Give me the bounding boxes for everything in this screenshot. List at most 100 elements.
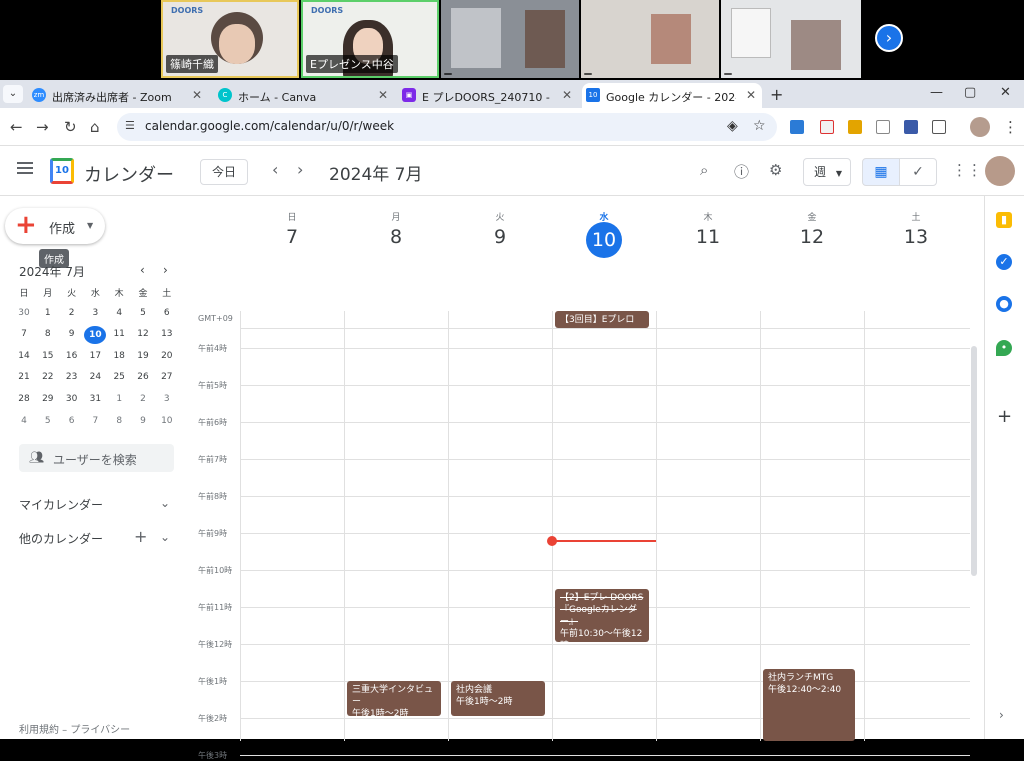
address-bar[interactable]: ☰ calendar.google.com/calendar/u/0/r/wee… [117, 113, 777, 141]
mini-day[interactable]: 19 [132, 351, 154, 361]
mini-day[interactable]: 9 [132, 416, 154, 426]
chevron-right-icon[interactable]: › [875, 24, 903, 52]
participant-tile[interactable] [721, 0, 861, 78]
mini-day[interactable]: 10 [156, 416, 178, 426]
scrollbar[interactable] [971, 346, 977, 576]
today-button[interactable]: 今日 [200, 159, 248, 185]
close-icon[interactable]: ✕ [378, 88, 388, 102]
mini-day-today[interactable]: 10 [84, 326, 107, 345]
close-icon[interactable]: ✕ [192, 88, 202, 102]
mini-day[interactable]: 5 [37, 416, 59, 426]
close-window-icon[interactable]: ✕ [1000, 85, 1011, 100]
mini-day[interactable]: 30 [61, 394, 83, 404]
site-info-icon[interactable]: ☰ [125, 119, 135, 132]
help-icon[interactable]: ⓘ [734, 161, 749, 182]
create-button[interactable]: + 作成 ▼ [5, 208, 105, 244]
home-icon[interactable]: ⌂ [90, 118, 100, 136]
extension-icon[interactable] [820, 120, 834, 134]
mini-day[interactable]: 16 [61, 351, 83, 361]
add-addon-icon[interactable]: + [997, 406, 1012, 427]
profile-avatar[interactable] [970, 117, 990, 137]
participant-tile[interactable]: DOORS 篠崎千織 [161, 0, 299, 78]
participant-tile[interactable] [441, 0, 579, 78]
back-icon[interactable]: ← [10, 118, 23, 136]
mini-day[interactable]: 8 [108, 416, 130, 426]
tab-canva[interactable]: C ホーム - Canva ✕ [214, 83, 394, 108]
mini-day[interactable]: 23 [61, 372, 83, 382]
mini-day[interactable]: 24 [84, 372, 106, 382]
extension-icon[interactable] [904, 120, 918, 134]
day-number[interactable]: 11 [656, 226, 760, 248]
mini-day[interactable]: 4 [108, 308, 130, 318]
keep-icon[interactable]: ▮ [996, 212, 1012, 228]
tab-search-icon[interactable]: ⌄ [3, 85, 23, 103]
mini-day[interactable]: 27 [156, 372, 178, 382]
prev-week-icon[interactable]: ‹ [272, 160, 278, 179]
calendar-event[interactable]: 社内会議 午後1時～2時 [451, 681, 545, 716]
next-week-icon[interactable]: › [297, 160, 303, 179]
mini-day[interactable]: 22 [37, 372, 59, 382]
mini-day[interactable]: 11 [108, 329, 130, 339]
tab-zoom[interactable]: zm 出席済み出席者 - Zoom ✕ [28, 83, 208, 108]
day-number[interactable]: 12 [760, 226, 864, 248]
close-icon[interactable]: ✕ [562, 88, 572, 102]
star-icon[interactable]: ☆ [753, 118, 766, 134]
tasks-view-toggle[interactable]: ✓ [899, 158, 937, 186]
mini-day[interactable]: 7 [84, 416, 106, 426]
mini-day[interactable]: 5 [132, 308, 154, 318]
mini-day[interactable]: 26 [132, 372, 154, 382]
day-number[interactable]: 9 [448, 226, 552, 248]
maps-icon[interactable]: • [996, 340, 1012, 356]
mini-day[interactable]: 1 [37, 308, 59, 318]
chevron-down-icon[interactable]: ⌄ [160, 496, 170, 510]
my-calendars-section[interactable]: マイカレンダー [19, 496, 103, 513]
mini-day[interactable]: 4 [13, 416, 35, 426]
eye-icon[interactable]: ◈ [727, 118, 738, 134]
mini-day[interactable]: 30 [13, 308, 35, 318]
extension-icon[interactable] [790, 120, 804, 134]
forward-icon[interactable]: → [36, 118, 49, 136]
recycle-icon[interactable] [876, 120, 890, 134]
mini-day[interactable]: 7 [13, 329, 35, 339]
mini-day[interactable]: 14 [13, 351, 35, 361]
tab-google-calendar[interactable]: 10 Google カレンダー - 2024年 7月 ✕ [582, 83, 762, 108]
mini-day[interactable]: 6 [156, 308, 178, 318]
day-number-today[interactable]: 10 [586, 222, 622, 258]
reload-icon[interactable]: ↻ [64, 118, 77, 136]
mini-day[interactable]: 2 [132, 394, 154, 404]
chevron-down-icon[interactable]: ⌄ [160, 530, 170, 544]
mini-day[interactable]: 21 [13, 372, 35, 382]
participant-tile[interactable]: DOORS Eプレゼンス中谷 [301, 0, 439, 78]
mini-day[interactable]: 6 [61, 416, 83, 426]
calendar-view-toggle[interactable]: ▦ [862, 158, 900, 186]
mini-day[interactable]: 17 [84, 351, 106, 361]
mini-day[interactable]: 3 [84, 308, 106, 318]
calendar-event[interactable]: 社内ランチMTG 午後12:40～2:40 [763, 668, 855, 741]
avatar[interactable] [985, 156, 1015, 186]
other-calendars-section[interactable]: 他のカレンダー [19, 530, 103, 547]
mini-day[interactable]: 2 [61, 308, 83, 318]
view-selector[interactable]: 週 ▼ [803, 158, 851, 186]
mini-day[interactable]: 8 [37, 329, 59, 339]
search-icon[interactable]: ⌕ [700, 161, 708, 179]
menu-icon[interactable] [17, 162, 33, 174]
mini-day[interactable]: 18 [108, 351, 130, 361]
day-number[interactable]: 13 [864, 226, 968, 248]
terms-privacy-link[interactable]: 利用規約 – プライバシー [19, 721, 130, 736]
mini-day[interactable]: 3 [156, 394, 178, 404]
day-number[interactable]: 8 [344, 226, 448, 248]
mini-day[interactable]: 28 [13, 394, 35, 404]
calendar-event[interactable]: 三重大学インタビュー 午後1時～2時 [347, 681, 441, 716]
mini-day[interactable]: 15 [37, 351, 59, 361]
day-number[interactable]: 7 [240, 226, 344, 248]
mini-day[interactable]: 31 [84, 394, 106, 404]
mini-day[interactable]: 29 [37, 394, 59, 404]
new-tab-icon[interactable]: + [770, 85, 783, 104]
mini-day[interactable]: 12 [132, 329, 154, 339]
mini-day[interactable]: 20 [156, 351, 178, 361]
mini-day[interactable]: 1 [108, 394, 130, 404]
mini-day[interactable]: 13 [156, 329, 178, 339]
tab-canva-doc[interactable]: ▣ E プレDOORS_240710 - プレゼン ✕ [398, 83, 578, 108]
extension-icon[interactable] [848, 120, 862, 134]
participant-tile[interactable] [581, 0, 719, 78]
